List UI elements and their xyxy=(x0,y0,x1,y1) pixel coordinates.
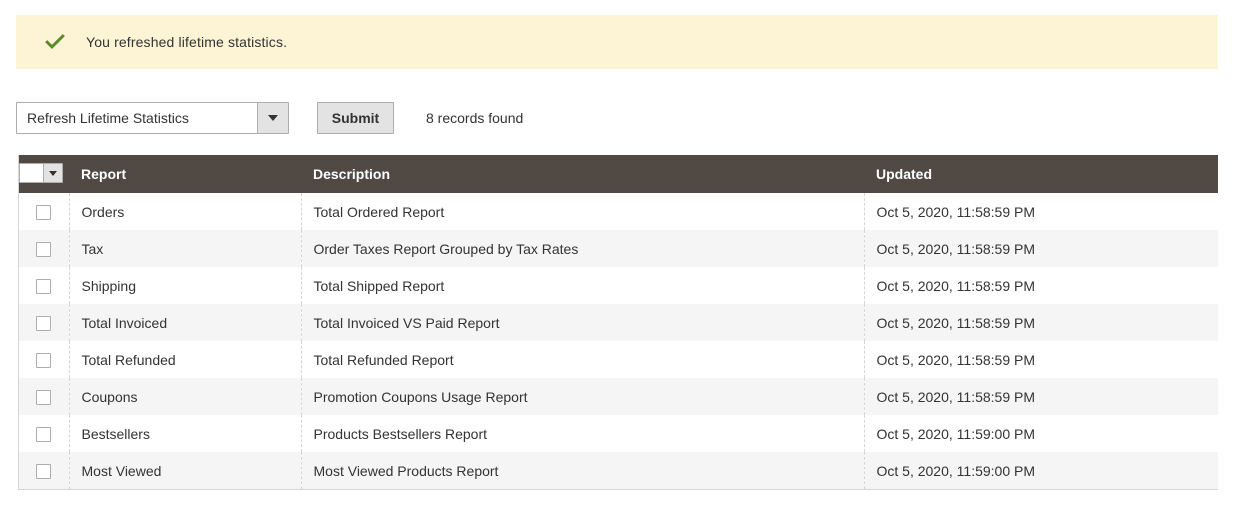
column-header-select-all[interactable] xyxy=(19,155,69,193)
table-row[interactable]: Most Viewed Most Viewed Products Report Oc… xyxy=(19,452,1218,489)
cell-updated: Oct 5, 2020, 11:58:59 PM xyxy=(863,267,1218,304)
row-select-cell[interactable] xyxy=(19,452,69,489)
row-checkbox[interactable] xyxy=(36,389,52,405)
row-select-cell[interactable] xyxy=(19,193,69,230)
cell-report: Total Invoiced xyxy=(68,304,301,341)
row-checkbox[interactable] xyxy=(36,352,52,368)
submit-button[interactable]: Submit xyxy=(317,102,394,134)
cell-updated: Oct 5, 2020, 11:58:59 PM xyxy=(863,193,1218,230)
row-checkbox[interactable] xyxy=(36,278,52,294)
cell-description: Total Invoiced VS Paid Report xyxy=(300,304,864,341)
row-select-cell[interactable] xyxy=(19,230,69,267)
cell-report: Most Viewed xyxy=(68,452,301,489)
cell-report: Bestsellers xyxy=(68,415,301,452)
cell-report: Shipping xyxy=(68,267,301,304)
select-all-checkbox[interactable] xyxy=(20,164,43,182)
select-all-dropdown-arrow[interactable] xyxy=(43,164,62,182)
statistics-table: Report Description Updated Orders Total O… xyxy=(19,155,1218,489)
cell-report: Tax xyxy=(68,230,301,267)
cell-description: Products Bestsellers Report xyxy=(300,415,864,452)
row-checkbox[interactable] xyxy=(36,463,52,479)
table-body: Orders Total Ordered Report Oct 5, 2020, 1… xyxy=(19,193,1218,489)
row-checkbox[interactable] xyxy=(36,426,52,442)
grid-actions-toolbar: Refresh Lifetime Statistics Submit 8 rec… xyxy=(16,101,523,135)
row-select-cell[interactable] xyxy=(19,378,69,415)
row-checkbox[interactable] xyxy=(36,241,52,257)
cell-report: Total Refunded xyxy=(68,341,301,378)
cell-description: Total Ordered Report xyxy=(300,193,864,230)
mass-action-select-value: Refresh Lifetime Statistics xyxy=(27,110,189,126)
cell-updated: Oct 5, 2020, 11:59:00 PM xyxy=(863,452,1218,489)
records-found-label: 8 records found xyxy=(426,110,524,126)
table-header-row: Report Description Updated xyxy=(19,155,1218,193)
table-header: Report Description Updated xyxy=(19,155,1218,193)
column-header-description[interactable]: Description xyxy=(301,155,864,193)
mass-action-select[interactable]: Refresh Lifetime Statistics xyxy=(16,102,289,134)
row-select-cell[interactable] xyxy=(19,267,69,304)
cell-report: Orders xyxy=(68,193,301,230)
table-row[interactable]: Total Refunded Total Refunded Report Oct 5… xyxy=(19,341,1218,378)
cell-description: Promotion Coupons Usage Report xyxy=(300,378,864,415)
cell-updated: Oct 5, 2020, 11:58:59 PM xyxy=(863,378,1218,415)
cell-description: Total Refunded Report xyxy=(300,341,864,378)
cell-description: Most Viewed Products Report xyxy=(300,452,864,489)
success-message-text: You refreshed lifetime statistics. xyxy=(86,34,288,50)
cell-report: Coupons xyxy=(68,378,301,415)
mass-action-select-arrow[interactable] xyxy=(257,103,288,133)
page-root: You refreshed lifetime statistics. Refre… xyxy=(0,0,1242,514)
check-icon xyxy=(45,34,65,50)
cell-description: Order Taxes Report Grouped by Tax Rates xyxy=(300,230,864,267)
table-row[interactable]: Total Invoiced Total Invoiced VS Paid Rep… xyxy=(19,304,1218,341)
cell-updated: Oct 5, 2020, 11:58:59 PM xyxy=(863,230,1218,267)
cell-updated: Oct 5, 2020, 11:59:00 PM xyxy=(863,415,1218,452)
table-row[interactable]: Coupons Promotion Coupons Usage Report Oct… xyxy=(19,378,1218,415)
column-header-updated[interactable]: Updated xyxy=(864,155,1218,193)
row-select-cell[interactable] xyxy=(19,341,69,378)
row-checkbox[interactable] xyxy=(36,204,52,220)
cell-updated: Oct 5, 2020, 11:58:59 PM xyxy=(863,341,1218,378)
statistics-grid: Report Description Updated Orders Total O… xyxy=(18,155,1218,490)
success-message-banner: You refreshed lifetime statistics. xyxy=(16,15,1218,69)
select-all-control[interactable] xyxy=(19,163,63,183)
column-header-report[interactable]: Report xyxy=(69,155,301,193)
table-row[interactable]: Shipping Total Shipped Report Oct 5, 2020,… xyxy=(19,267,1218,304)
chevron-down-icon xyxy=(49,170,57,176)
cell-updated: Oct 5, 2020, 11:58:59 PM xyxy=(863,304,1218,341)
row-select-cell[interactable] xyxy=(19,304,69,341)
cell-description: Total Shipped Report xyxy=(300,267,864,304)
table-row[interactable]: Tax Order Taxes Report Grouped by Tax Rat… xyxy=(19,230,1218,267)
chevron-down-icon xyxy=(268,115,278,121)
table-row[interactable]: Bestsellers Products Bestsellers Report Oc… xyxy=(19,415,1218,452)
row-checkbox[interactable] xyxy=(36,315,52,331)
table-row[interactable]: Orders Total Ordered Report Oct 5, 2020, 1… xyxy=(19,193,1218,230)
row-select-cell[interactable] xyxy=(19,415,69,452)
